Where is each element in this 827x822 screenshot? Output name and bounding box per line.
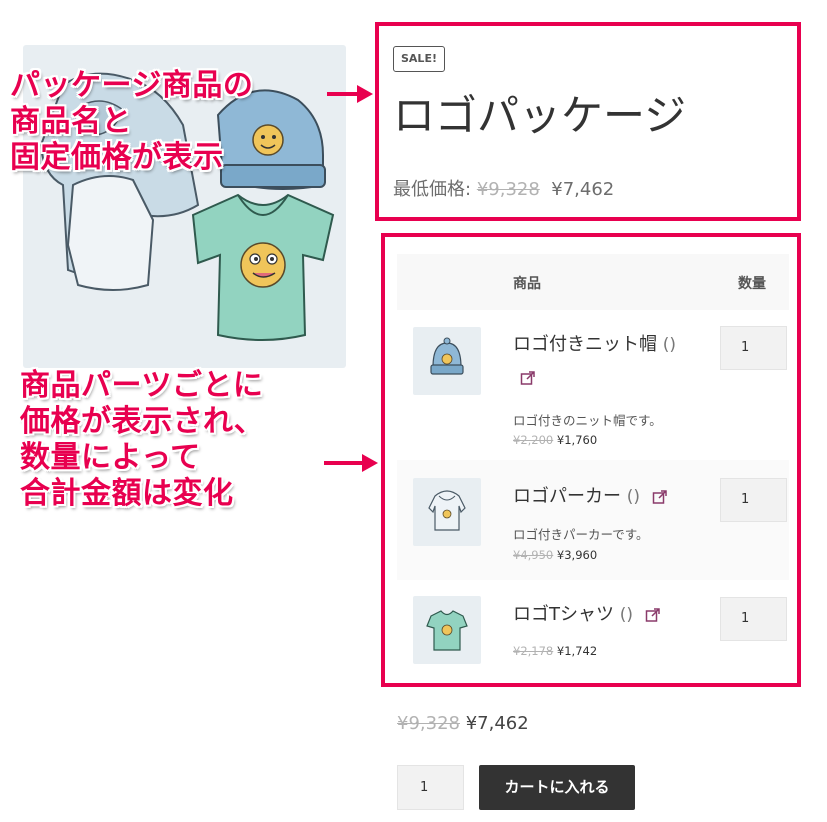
arrow-right-icon: [327, 85, 373, 103]
bundle-table: 商品 数量 ロゴ付きニット帽 () ロゴ付きのニット帽です。 ¥2,200 ¥1…: [397, 254, 789, 672]
bundle-total-price: ¥9,328 ¥7,462: [397, 713, 529, 734]
bundle-item-price: ¥2,178 ¥1,742: [513, 644, 597, 658]
item-sale-price: ¥1,742: [556, 644, 598, 658]
caption-line: 価格が表示され、: [20, 404, 265, 439]
column-header-quantity: 数量: [738, 276, 766, 292]
item-name-text[interactable]: ロゴ付きニット帽: [513, 334, 657, 355]
bundle-item-name[interactable]: ロゴパーカー (): [513, 482, 668, 508]
table-row: ロゴ付きニット帽 () ロゴ付きのニット帽です。 ¥2,200 ¥1,760 1: [397, 310, 789, 460]
column-header-product: 商品: [513, 276, 541, 292]
item-paren: (): [662, 335, 676, 355]
caption-line: 商品パーツごとに: [20, 368, 264, 403]
product-price: 最低価格: ¥9,328 ¥7,462: [393, 175, 614, 201]
product-title: ロゴパッケージ: [393, 91, 687, 140]
item-name-text[interactable]: ロゴTシャツ: [513, 604, 614, 625]
caption-line: 数量によって: [20, 440, 201, 475]
bundle-item-name[interactable]: ロゴTシャツ (): [513, 600, 661, 626]
bundle-item-description: ロゴ付きパーカーです。: [513, 527, 649, 542]
item-sale-price: ¥1,760: [556, 433, 598, 447]
tshirt-icon[interactable]: [413, 596, 481, 664]
caption-line: 合計金額は変化: [20, 476, 234, 511]
add-to-cart-button[interactable]: カートに入れる: [479, 765, 635, 810]
external-link-icon[interactable]: [652, 489, 668, 505]
quantity-input[interactable]: 1: [720, 597, 787, 641]
item-regular-price: ¥4,950: [513, 548, 554, 562]
hoodie-icon[interactable]: [413, 478, 481, 546]
external-link-icon[interactable]: [520, 370, 536, 386]
bundle-item-price: ¥2,200 ¥1,760: [513, 433, 597, 447]
sale-price: ¥7,462: [551, 179, 615, 200]
item-paren: (): [626, 487, 640, 507]
caption-line: 商品名と: [10, 104, 132, 139]
bundle-item-name[interactable]: ロゴ付きニット帽 (): [513, 330, 676, 356]
quantity-input[interactable]: 1: [720, 326, 787, 370]
total-regular-price: ¥9,328: [397, 713, 460, 734]
beanie-icon[interactable]: [413, 327, 481, 395]
arrow-right-icon: [324, 454, 378, 472]
table-row: ロゴパーカー () ロゴ付きパーカーです。 ¥4,950 ¥3,960 1: [397, 460, 789, 580]
bundle-item-price: ¥4,950 ¥3,960: [513, 548, 597, 562]
table-row: ロゴTシャツ () ¥2,178 ¥1,742 1: [397, 580, 789, 672]
item-regular-price: ¥2,178: [513, 644, 554, 658]
regular-price: ¥9,328: [476, 179, 540, 200]
item-regular-price: ¥2,200: [513, 433, 554, 447]
annotation-caption-top: パッケージ商品の 商品名と 固定価格が表示: [10, 68, 253, 176]
item-sale-price: ¥3,960: [556, 548, 598, 562]
item-name-text[interactable]: ロゴパーカー: [513, 486, 621, 507]
caption-line: パッケージ商品の: [10, 68, 254, 103]
annotation-caption-bottom: 商品パーツごとに 価格が表示され、 数量によって 合計金額は変化: [20, 368, 264, 512]
caption-line: 固定価格が表示: [10, 140, 224, 175]
external-link-icon[interactable]: [645, 607, 661, 623]
item-paren: (): [619, 605, 633, 625]
table-header: 商品 数量: [397, 254, 789, 310]
price-label: 最低価格:: [393, 179, 472, 200]
quantity-input[interactable]: 1: [720, 478, 787, 522]
total-sale-price: ¥7,462: [465, 713, 529, 734]
sale-badge: SALE!: [393, 46, 445, 72]
bundle-item-description: ロゴ付きのニット帽です。: [513, 413, 662, 428]
cart-quantity-input[interactable]: 1: [397, 765, 464, 810]
